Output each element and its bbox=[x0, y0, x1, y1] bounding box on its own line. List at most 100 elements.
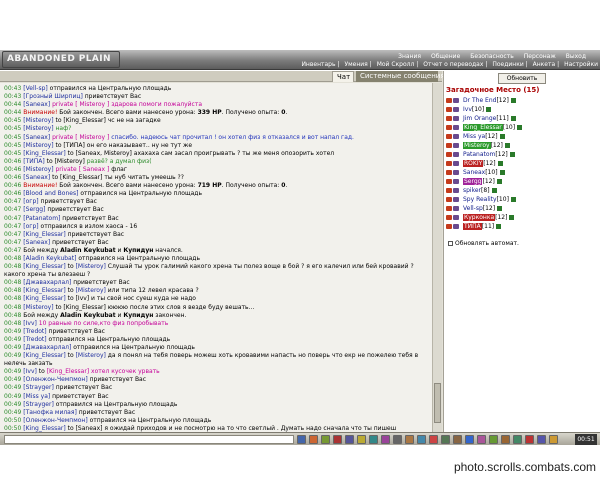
private-icon[interactable] bbox=[446, 98, 452, 103]
chat-nick[interactable]: [King_Elessar] bbox=[23, 287, 65, 294]
info-icon[interactable] bbox=[510, 197, 516, 202]
toolbar-button-icon[interactable] bbox=[381, 435, 390, 444]
chat-nick[interactable]: [King_Elessar] bbox=[23, 263, 65, 270]
info-icon[interactable] bbox=[496, 224, 502, 229]
toolbar-button-icon[interactable] bbox=[393, 435, 402, 444]
chat-nick[interactable]: [Танофка милая] bbox=[23, 409, 77, 416]
toolbar-button-icon[interactable] bbox=[405, 435, 414, 444]
info-icon[interactable] bbox=[499, 134, 505, 139]
player-name[interactable]: King_Elessar bbox=[463, 124, 503, 131]
chat-nick[interactable]: [Ivv] bbox=[23, 368, 37, 375]
chat-nick[interactable]: [Vell-sp] bbox=[23, 85, 47, 92]
private-icon[interactable] bbox=[446, 161, 452, 166]
chat-nick[interactable]: [Оленжон-Чемпмон] bbox=[23, 417, 87, 424]
info-icon[interactable] bbox=[497, 161, 503, 166]
chat-nick[interactable]: [Misteroy] bbox=[23, 304, 53, 311]
chat-nick[interactable]: [Misteroy] bbox=[76, 263, 106, 270]
player-name[interactable]: spiker bbox=[463, 187, 481, 194]
info-icon[interactable] bbox=[499, 170, 505, 175]
private-icon[interactable] bbox=[446, 179, 452, 184]
tab-chat[interactable]: Чат bbox=[332, 71, 354, 82]
chat-nick[interactable]: [Misteroy] bbox=[23, 117, 53, 124]
private-icon[interactable] bbox=[446, 197, 452, 202]
scroll-thumb[interactable] bbox=[434, 383, 441, 423]
chat-input[interactable] bbox=[4, 435, 294, 444]
menu-top-item[interactable]: Безопасность bbox=[470, 53, 514, 60]
player-row[interactable]: Spy Reality[10] bbox=[444, 195, 599, 204]
tab-system-messages[interactable]: Системные сообщения bbox=[356, 71, 445, 82]
private-icon[interactable] bbox=[446, 152, 452, 157]
chat-nick[interactable]: [Patanatom] bbox=[23, 215, 60, 222]
toolbar-button-icon[interactable] bbox=[537, 435, 546, 444]
player-name[interactable]: Dr The End bbox=[463, 97, 496, 104]
chat-nick[interactable]: [Ivv] bbox=[23, 320, 37, 327]
toolbar-button-icon[interactable] bbox=[525, 435, 534, 444]
player-row[interactable]: Jim Orange[11] bbox=[444, 114, 599, 123]
chat-nick[interactable]: [Sergg] bbox=[23, 206, 45, 213]
menu-top-item[interactable]: Персонаж bbox=[524, 53, 556, 60]
chat-nick[interactable]: [ТИПА] bbox=[23, 158, 44, 165]
menu-bottom-item[interactable]: Инвентарь bbox=[301, 61, 339, 68]
player-row[interactable]: spiker[8] bbox=[444, 186, 599, 195]
toolbar-button-icon[interactable] bbox=[345, 435, 354, 444]
player-name[interactable]: Saneax bbox=[463, 169, 485, 176]
private-icon[interactable] bbox=[446, 206, 452, 211]
info-icon[interactable] bbox=[509, 152, 515, 157]
toolbar-button-icon[interactable] bbox=[489, 435, 498, 444]
toolbar-button-icon[interactable] bbox=[309, 435, 318, 444]
menu-top-item[interactable]: Выход bbox=[566, 53, 586, 60]
chat-nick[interactable]: [Strayger] bbox=[23, 384, 54, 391]
chat-nick[interactable]: [Misteroy] bbox=[76, 287, 106, 294]
private-icon[interactable] bbox=[446, 188, 452, 193]
chat-nick[interactable]: [Tredot] bbox=[23, 336, 46, 343]
player-row[interactable]: Miss ya[12] bbox=[444, 132, 599, 141]
private-icon[interactable] bbox=[446, 134, 452, 139]
player-name[interactable]: Jim Orange bbox=[463, 115, 496, 122]
chat-nick[interactable]: [Saneax] bbox=[23, 101, 50, 108]
chat-nick[interactable]: [Strayger] bbox=[23, 401, 54, 408]
private-icon[interactable] bbox=[446, 107, 452, 112]
info-icon[interactable] bbox=[486, 107, 492, 112]
toolbar-button-icon[interactable] bbox=[477, 435, 486, 444]
auto-refresh-option[interactable]: Обновлять автомат. bbox=[448, 240, 519, 247]
player-name[interactable]: Spy Reality bbox=[463, 196, 497, 203]
chat-nick[interactable]: [огр] bbox=[23, 198, 38, 205]
chat-nick[interactable]: [Джавахарлал] bbox=[23, 279, 71, 286]
menu-bottom-item[interactable]: Поединки bbox=[492, 61, 527, 68]
menu-bottom-item[interactable]: Настройки bbox=[564, 61, 598, 68]
chat-nick[interactable]: [Misteroy] bbox=[76, 352, 106, 359]
toolbar-button-icon[interactable] bbox=[429, 435, 438, 444]
menu-bottom-item[interactable]: Умения bbox=[344, 61, 371, 68]
info-icon[interactable] bbox=[491, 188, 497, 193]
info-icon[interactable] bbox=[497, 206, 503, 211]
chat-nick[interactable]: [Misteroy] bbox=[23, 142, 53, 149]
chat-nick[interactable]: [Misteroy] bbox=[23, 125, 53, 132]
toolbar-button-icon[interactable] bbox=[513, 435, 522, 444]
chat-nick[interactable]: [King_Elessar] bbox=[23, 150, 65, 157]
chat-nick[interactable]: [King_Elessar] bbox=[23, 231, 65, 238]
menu-bottom-item[interactable]: Отчет о переводах bbox=[423, 61, 487, 68]
player-name[interactable]: Ivv bbox=[463, 106, 472, 113]
chat-nick[interactable]: [Misteroy] bbox=[23, 166, 53, 173]
player-row[interactable]: Vell-sp[12] bbox=[444, 204, 599, 213]
player-name[interactable]: Patanatom bbox=[463, 151, 495, 158]
player-name[interactable]: Misteroy bbox=[463, 142, 491, 149]
player-row[interactable]: Ivv[10] bbox=[444, 105, 599, 114]
player-row[interactable]: Dr The End[12] bbox=[444, 96, 599, 105]
chat-nick[interactable]: [Saneax] bbox=[23, 239, 50, 246]
chat-nick[interactable]: [Saneax] bbox=[23, 134, 50, 141]
private-icon[interactable] bbox=[446, 170, 452, 175]
toolbar-button-icon[interactable] bbox=[441, 435, 450, 444]
chat-nick[interactable]: [Miss ya] bbox=[23, 393, 50, 400]
player-name[interactable]: Miss ya bbox=[463, 133, 485, 140]
refresh-button[interactable]: Обновить bbox=[498, 73, 546, 84]
toolbar-button-icon[interactable] bbox=[357, 435, 366, 444]
player-name[interactable]: Vell-sp bbox=[463, 205, 483, 212]
chat-nick[interactable]: [King_Elessar] bbox=[23, 295, 65, 302]
toolbar-button-icon[interactable] bbox=[465, 435, 474, 444]
toolbar-button-icon[interactable] bbox=[333, 435, 342, 444]
chat-nick[interactable]: [Tredot] bbox=[23, 328, 46, 335]
toolbar-button-icon[interactable] bbox=[369, 435, 378, 444]
info-icon[interactable] bbox=[510, 116, 516, 121]
player-row[interactable]: Misteroy[12] bbox=[444, 141, 599, 150]
